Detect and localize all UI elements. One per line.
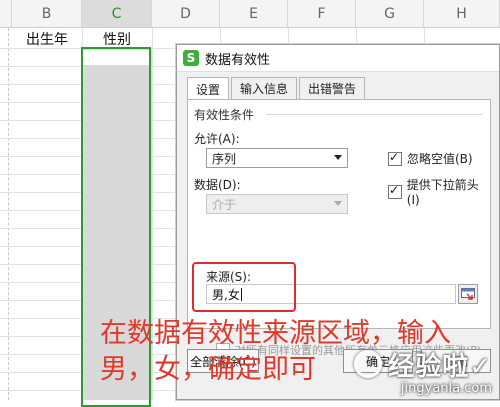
ignore-blank-checkbox[interactable]: 忽略空值(B) (388, 150, 473, 167)
allow-select-value: 序列 (212, 151, 237, 166)
app-logo-icon: S (183, 50, 199, 66)
watermark-brand: 经验啦 (388, 352, 470, 382)
site-watermark: 经验啦✓ jingyanla.com (354, 346, 492, 396)
allow-label: 允许(A): (194, 132, 240, 146)
column-header-f[interactable]: F (288, 0, 356, 28)
cell-birth-year-header[interactable]: 出生年 (12, 29, 82, 48)
validation-criteria-heading: 有效性条件 (194, 108, 255, 122)
ignore-blank-label: 忽略空值(B) (407, 152, 473, 166)
chevron-down-icon (334, 201, 342, 206)
settings-panel: 有效性条件 允许(A): 序列 忽略空值(B) 提供下拉箭头(I) 数据(D):… (187, 99, 491, 357)
watermark-logo-icon (354, 350, 383, 378)
dialog-title: 数据有效性 (205, 52, 271, 68)
chevron-down-icon (334, 155, 342, 160)
column-header-e[interactable]: E (220, 0, 288, 28)
allow-select[interactable]: 序列 (206, 148, 348, 168)
tab-settings[interactable]: 设置 (187, 77, 230, 100)
range-select-button[interactable] (458, 284, 478, 304)
data-select[interactable]: 介于 (206, 194, 348, 214)
column-header-g[interactable]: G (356, 0, 424, 28)
range-picker-icon (461, 288, 475, 300)
column-header-c[interactable]: C (82, 0, 152, 28)
data-label: 数据(D): (194, 178, 241, 192)
corner-header[interactable] (0, 0, 12, 28)
column-header-b[interactable]: B (12, 0, 82, 28)
in-cell-dropdown-checkbox[interactable]: 提供下拉箭头(I) (388, 176, 490, 207)
checkbox-checked-icon (388, 183, 402, 199)
dialog-tabs: 设置 输入信息 出错警告 (187, 77, 367, 100)
watermark-check-icon: ✓ (469, 352, 492, 382)
watermark-domain: jingyanla.com (400, 381, 492, 396)
cell-gender-header[interactable]: 性别 (82, 29, 152, 48)
source-highlight-box (192, 262, 296, 312)
in-cell-dropdown-label: 提供下拉箭头(I) (406, 178, 479, 207)
checkbox-checked-icon (388, 150, 402, 166)
tab-error-alert[interactable]: 出错警告 (299, 77, 366, 99)
column-header-h[interactable]: H (424, 0, 500, 28)
dialog-titlebar[interactable]: S 数据有效性 (177, 45, 499, 72)
tab-input-message[interactable]: 输入信息 (231, 77, 298, 99)
data-select-value: 介于 (212, 197, 237, 212)
group-divider (266, 114, 482, 115)
column-header-d[interactable]: D (152, 0, 220, 28)
